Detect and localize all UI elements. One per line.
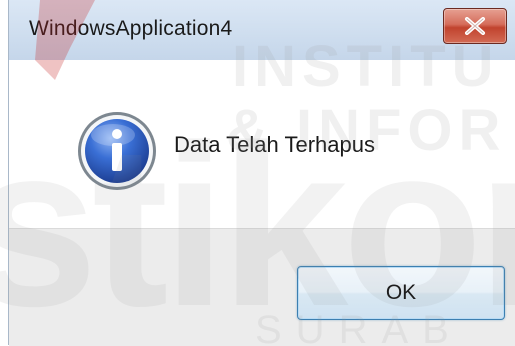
window-title: WindowsApplication4 — [29, 17, 233, 40]
info-icon — [78, 112, 156, 190]
ok-button[interactable]: OK — [297, 266, 505, 320]
message-text: Data Telah Terhapus — [174, 132, 375, 157]
close-icon — [465, 17, 485, 35]
title-bar[interactable]: WindowsApplication4 — [9, 0, 515, 60]
button-bar: OK — [9, 228, 515, 346]
close-button[interactable] — [443, 8, 507, 44]
message-dialog: WindowsApplication4 Data Telah Terhapus … — [8, 0, 515, 346]
message-area: Data Telah Terhapus — [9, 60, 515, 228]
